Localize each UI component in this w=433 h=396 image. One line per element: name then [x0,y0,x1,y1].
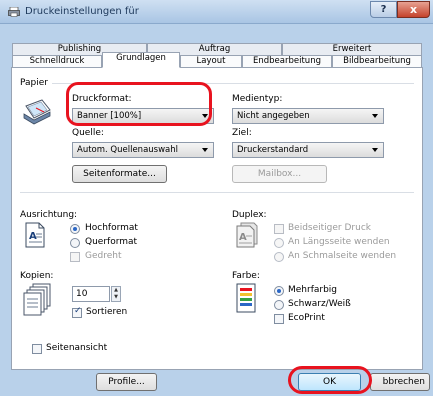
media-type-value: Nicht angegeben [237,111,310,121]
double-sided-checkbox[interactable] [274,224,284,234]
ecoprint-checkbox[interactable] [274,314,284,324]
double-sided-label: Beidseitiger Druck [288,223,371,233]
source-label: Quelle: [72,128,104,138]
portrait-label: Hochformat [85,223,138,233]
chevron-up-icon[interactable]: ▲ [112,287,120,294]
page-sizes-button[interactable]: Seitenformate... [72,165,167,183]
duplex-page-icon: A [236,222,258,248]
format-highlight-annotation [66,82,212,126]
target-label: Ziel: [232,128,252,138]
page-view-checkbox[interactable] [32,344,42,354]
ecoprint-label: EcoPrint [288,313,325,323]
tab-erweitert[interactable]: Erweitert [282,43,422,55]
duplex-label: Duplex: [232,210,267,220]
media-type-label: Medientyp: [232,94,283,104]
copies-stepper[interactable]: ▲ ▼ [111,286,121,302]
target-select[interactable]: Druckerstandard [232,142,384,158]
chevron-down-icon [372,114,378,118]
ok-highlight-annotation [288,366,372,394]
rotated-label: Gedreht [85,251,122,261]
tab-grundlagen[interactable]: Grundlagen [102,52,180,68]
black-white-radio[interactable] [274,300,284,310]
source-select[interactable]: Autom. Quellenauswahl [72,142,214,158]
portrait-page-icon: A [25,222,45,248]
copies-label: Kopien: [20,271,54,281]
copies-input[interactable]: 10 [72,286,110,302]
landscape-label: Querformat [85,237,138,247]
portrait-radio[interactable] [70,224,80,234]
tab-endbearbeitung[interactable]: Endbearbeitung [242,55,332,67]
long-edge-radio[interactable] [274,238,284,248]
profiles-button[interactable]: Profile... [96,373,157,391]
collate-checkbox[interactable] [72,306,82,318]
long-edge-label: An Längsseite wenden [288,237,390,247]
color-label: Farbe: [232,271,260,281]
collate-label: Sortieren [86,307,128,317]
orientation-label: Ausrichtung: [20,210,78,220]
color-page-icon [236,283,256,313]
paper-tray-icon [23,99,51,125]
media-type-select[interactable]: Nicht angegeben [232,108,384,124]
tab-bildbearbeitung[interactable]: Bildbearbeitung [332,55,422,67]
target-value: Druckerstandard [237,145,309,155]
window-title: Druckeinstellungen für [25,6,139,17]
chevron-down-icon [372,148,378,152]
black-white-label: Schwarz/Weiß [288,299,351,309]
landscape-radio[interactable] [70,238,80,248]
title-bar: Druckeinstellungen für ? x [0,0,433,24]
copies-stack-icon [23,283,51,316]
paper-section-label: Papier [20,78,48,88]
chevron-down-icon [202,148,208,152]
section-divider [20,192,414,193]
tab-layout[interactable]: Layout [180,55,242,67]
source-value: Autom. Quellenauswahl [77,145,178,155]
short-edge-label: An Schmalseite wenden [288,251,397,261]
chevron-down-icon[interactable]: ▼ [112,294,120,301]
mailbox-button[interactable]: Mailbox... [232,165,327,183]
short-edge-radio[interactable] [274,252,284,262]
page-view-label: Seitenansicht [46,343,108,353]
help-button[interactable]: ? [370,1,397,18]
printer-icon [8,7,20,17]
rotated-checkbox[interactable] [70,252,80,262]
tab-schnelldruck[interactable]: Schnelldruck [12,55,102,67]
close-button[interactable]: x [397,1,430,18]
multicolor-label: Mehrfarbig [288,285,338,295]
cancel-button[interactable]: bbrechen [370,373,430,391]
multicolor-radio[interactable] [274,286,284,296]
svg-text:A: A [239,232,247,243]
svg-text:A: A [29,231,37,242]
